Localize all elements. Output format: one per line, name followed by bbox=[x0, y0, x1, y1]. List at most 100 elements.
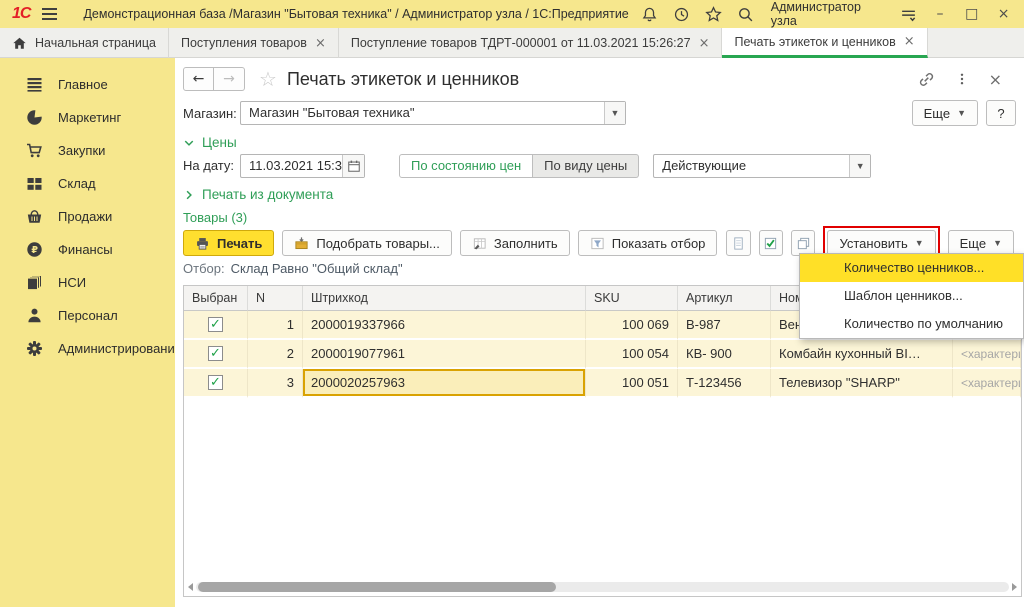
cell-name[interactable]: Телевизор "SHARP" bbox=[771, 369, 953, 398]
cell-checked[interactable]: ✓ bbox=[184, 311, 248, 340]
date-input[interactable]: 11.03.2021 15:31:37 bbox=[240, 154, 365, 178]
title-bar: 1С Демонстрационная база /Магазин "Бытов… bbox=[0, 0, 1024, 28]
cell-n[interactable]: 2 bbox=[248, 340, 303, 369]
close-form-icon[interactable]: × bbox=[989, 70, 1002, 89]
filter-value[interactable]: Склад Равно "Общий склад" bbox=[231, 261, 403, 276]
cell-article[interactable]: В-987 bbox=[678, 311, 771, 340]
price-kind-value[interactable]: Действующие bbox=[654, 155, 849, 177]
print-button[interactable]: Печать bbox=[183, 230, 274, 256]
tab-close-icon[interactable]: × bbox=[904, 35, 915, 48]
cell-characteristic[interactable]: <характерист bbox=[953, 369, 1021, 398]
cell-n[interactable]: 1 bbox=[248, 311, 303, 340]
sidebar-item-label: НСИ bbox=[58, 275, 86, 290]
sidebar-item-3[interactable]: Склад bbox=[0, 167, 175, 200]
scrollbar-thumb[interactable] bbox=[198, 582, 556, 592]
favorites-star-icon[interactable] bbox=[705, 6, 722, 23]
cell-barcode[interactable]: 2000019337966 bbox=[303, 311, 586, 340]
search-icon[interactable] bbox=[737, 6, 754, 23]
prices-section-header[interactable]: Цены bbox=[183, 135, 237, 150]
sidebar-item-8[interactable]: Администрирование bbox=[0, 332, 175, 365]
cell-sku[interactable]: 100 054 bbox=[586, 340, 678, 369]
scroll-right-arrow[interactable] bbox=[1012, 583, 1017, 591]
pie-chart-icon bbox=[26, 109, 43, 126]
sidebar-item-label: Продажи bbox=[58, 209, 112, 224]
row-checkbox[interactable]: ✓ bbox=[208, 375, 223, 390]
forward-button[interactable]: → bbox=[214, 67, 245, 91]
row-checkbox[interactable]: ✓ bbox=[208, 346, 223, 361]
menu-item-0[interactable]: Количество ценников... bbox=[800, 254, 1023, 282]
pick-goods-button[interactable]: Подобрать товары... bbox=[282, 230, 452, 256]
cell-characteristic[interactable]: <характерист bbox=[953, 340, 1021, 369]
service-menu-icon[interactable] bbox=[900, 6, 917, 23]
current-user[interactable]: Администратор узла bbox=[771, 0, 883, 28]
cell-barcode[interactable]: 2000019077961 bbox=[303, 340, 586, 369]
sidebar-item-5[interactable]: ₽Финансы bbox=[0, 233, 175, 266]
calendar-icon[interactable] bbox=[342, 155, 364, 177]
single-sheet-button[interactable] bbox=[726, 230, 750, 256]
cell-checked[interactable]: ✓ bbox=[184, 369, 248, 398]
caret-down-icon: ▼ bbox=[915, 238, 924, 248]
main-menu-icon[interactable] bbox=[42, 8, 57, 20]
printer-icon bbox=[195, 236, 210, 251]
tab-close-icon[interactable]: × bbox=[315, 37, 326, 50]
menu-item-2[interactable]: Количество по умолчанию bbox=[800, 310, 1023, 338]
date-value[interactable]: 11.03.2021 15:31:37 bbox=[241, 155, 342, 177]
help-button[interactable]: ? bbox=[986, 100, 1016, 126]
minimize-button[interactable]: – bbox=[932, 6, 949, 22]
menu-item-1[interactable]: Шаблон ценников... bbox=[800, 282, 1023, 310]
sidebar-item-6[interactable]: НСИ bbox=[0, 266, 175, 299]
cell-barcode[interactable]: 2000020257963 bbox=[303, 369, 586, 398]
sidebar-item-0[interactable]: Главное bbox=[0, 68, 175, 101]
column-header[interactable]: N bbox=[248, 286, 303, 311]
1c-logo: 1С bbox=[12, 5, 30, 23]
cell-sku[interactable]: 100 051 bbox=[586, 369, 678, 398]
tab-2[interactable]: Поступление товаров ТДРТ-000001 от 11.03… bbox=[339, 28, 723, 58]
maximize-button[interactable]: □ bbox=[963, 6, 980, 22]
more-dots-icon[interactable] bbox=[955, 71, 969, 87]
table-row-3[interactable]: ✓ 32000020257963100 051Т-123456Телевизор … bbox=[184, 369, 1021, 398]
horizontal-scrollbar[interactable] bbox=[196, 582, 1009, 592]
sidebar-item-4[interactable]: Продажи bbox=[0, 200, 175, 233]
close-window-button[interactable]: × bbox=[995, 6, 1012, 22]
cell-checked[interactable]: ✓ bbox=[184, 340, 248, 369]
favorite-star-icon[interactable]: ☆ bbox=[259, 67, 277, 91]
column-header[interactable]: Выбран bbox=[184, 286, 248, 311]
price-kind-dropdown-arrow-icon[interactable]: ▼ bbox=[849, 155, 870, 177]
cell-sku[interactable]: 100 069 bbox=[586, 311, 678, 340]
table-row-2[interactable]: ✓ 22000019077961100 054КВ- 900Комбайн кух… bbox=[184, 340, 1021, 369]
notifications-bell-icon[interactable] bbox=[641, 6, 658, 23]
store-dropdown-arrow-icon[interactable]: ▼ bbox=[604, 102, 625, 124]
column-header[interactable]: SKU bbox=[586, 286, 678, 311]
store-input[interactable]: Магазин "Бытовая техника" ▼ bbox=[240, 101, 626, 125]
column-header[interactable]: Артикул bbox=[678, 286, 771, 311]
toggle-by-price-state[interactable]: По состоянию цен bbox=[399, 154, 533, 178]
cell-n[interactable]: 3 bbox=[248, 369, 303, 398]
history-icon[interactable] bbox=[673, 6, 690, 23]
cell-article[interactable]: Т-123456 bbox=[678, 369, 771, 398]
price-kind-select[interactable]: Действующие ▼ bbox=[653, 154, 871, 178]
tab-0[interactable]: Начальная страница bbox=[0, 28, 169, 58]
sidebar-item-2[interactable]: Закупки bbox=[0, 134, 175, 167]
cell-name[interactable]: Комбайн кухонный BI… bbox=[771, 340, 953, 369]
sidebar-item-1[interactable]: Маркетинг bbox=[0, 101, 175, 134]
cell-article[interactable]: КВ- 900 bbox=[678, 340, 771, 369]
row-checkbox[interactable]: ✓ bbox=[208, 317, 223, 332]
check-all-button[interactable] bbox=[759, 230, 783, 256]
checked-checkbox-icon bbox=[763, 236, 778, 251]
scroll-left-arrow[interactable] bbox=[188, 583, 193, 591]
sidebar-item-7[interactable]: Персонал bbox=[0, 299, 175, 332]
link-icon[interactable] bbox=[918, 71, 935, 88]
column-header[interactable]: Штрихкод bbox=[303, 286, 586, 311]
print-from-doc-section-header[interactable]: Печать из документа bbox=[183, 187, 333, 202]
toggle-by-price-kind[interactable]: По виду цены bbox=[533, 154, 639, 178]
tab-close-icon[interactable]: × bbox=[699, 37, 710, 50]
store-value[interactable]: Магазин "Бытовая техника" bbox=[241, 102, 604, 124]
goods-count-label[interactable]: Товары (3) bbox=[183, 210, 247, 225]
funnel-icon bbox=[590, 236, 605, 251]
fill-button[interactable]: Заполнить bbox=[460, 230, 570, 256]
tab-1[interactable]: Поступления товаров× bbox=[169, 28, 339, 58]
form-more-button[interactable]: Еще▼ bbox=[912, 100, 978, 126]
show-filter-button[interactable]: Показать отбор bbox=[578, 230, 718, 256]
back-button[interactable]: ← bbox=[183, 67, 214, 91]
tab-3[interactable]: Печать этикеток и ценников× bbox=[722, 28, 927, 58]
